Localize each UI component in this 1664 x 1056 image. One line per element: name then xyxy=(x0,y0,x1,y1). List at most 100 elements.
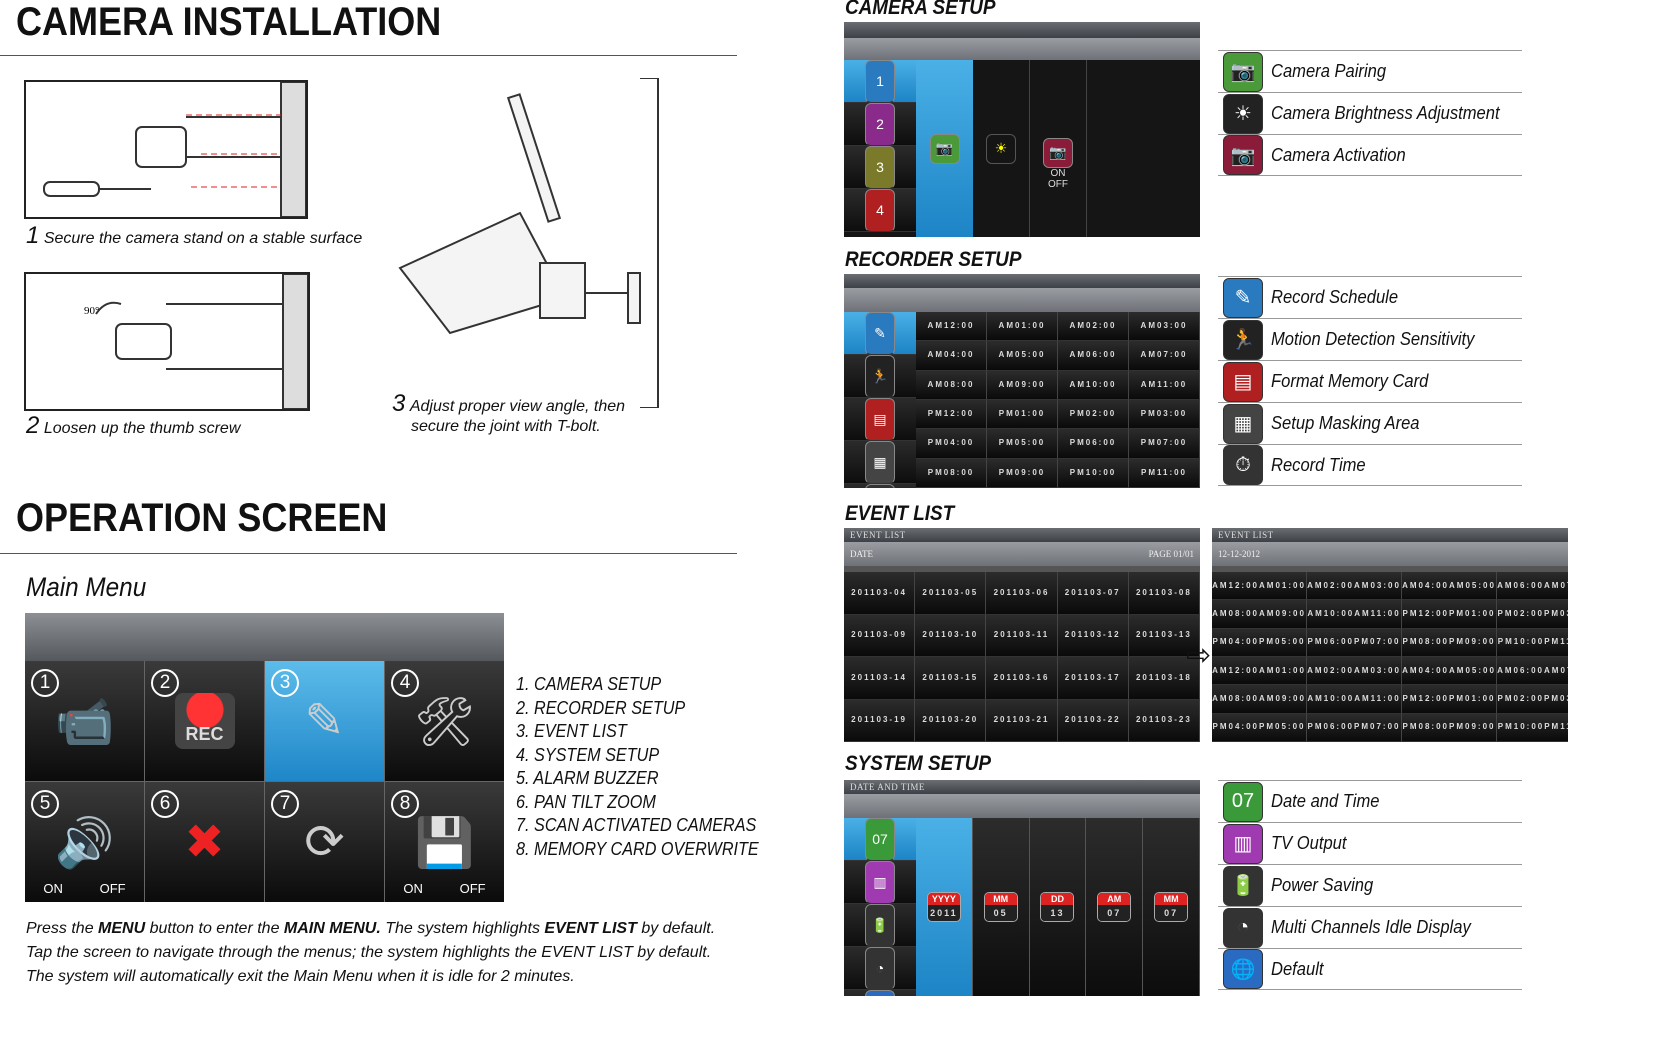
schedule-slot[interactable]: PM03:00 xyxy=(1129,400,1200,430)
schedule-slot[interactable]: PM06:00 xyxy=(1058,429,1129,459)
event-time-folder[interactable]: AM04:00 AM05:00 xyxy=(1402,572,1497,601)
schedule-slot[interactable]: AM03:00 xyxy=(1129,312,1200,342)
event-time-folder[interactable]: AM10:00 AM11:00 xyxy=(1307,600,1402,629)
event-time-folder[interactable]: PM02:00PM03:00 xyxy=(1497,685,1568,714)
event-time-folder[interactable]: PM06:00 PM07:00 xyxy=(1307,713,1402,742)
schedule-slot[interactable]: PM07:00 xyxy=(1129,429,1200,459)
event-time-folder[interactable]: PM04:00 PM05:00 xyxy=(1212,628,1307,657)
menu-tile-5[interactable]: 5 🔊 ON OFF xyxy=(25,782,144,902)
sidebar-item[interactable]: 🏃 xyxy=(844,354,916,398)
event-date-folder[interactable]: 2011 03-12 xyxy=(1057,614,1129,657)
menu-tile-4[interactable]: 4 🛠 xyxy=(385,661,504,781)
event-date-folder[interactable]: 2011 03-04 xyxy=(844,572,916,615)
schedule-slot[interactable]: PM11:00 xyxy=(1129,458,1200,488)
event-date-folder[interactable]: 2011 03-16 xyxy=(986,657,1058,700)
sidebar-item[interactable]: ▦ xyxy=(844,440,916,484)
schedule-slot[interactable]: PM09:00 xyxy=(987,458,1058,488)
event-date-folder[interactable]: 2011 03-07 xyxy=(1057,572,1129,615)
sidebar-item[interactable]: ▤ xyxy=(844,397,916,441)
event-date-folder[interactable]: 2011 03-11 xyxy=(986,614,1058,657)
sidebar-item[interactable]: ⏱ xyxy=(844,483,916,488)
event-date-folder[interactable]: 2011 03-22 xyxy=(1057,699,1129,742)
schedule-slot[interactable]: PM10:00 xyxy=(1058,458,1129,488)
sidebar-item[interactable]: 🔋 xyxy=(844,903,916,947)
sidebar-item[interactable]: 2 xyxy=(844,102,916,146)
event-time-folder[interactable]: PM12:00 PM01:00 xyxy=(1402,600,1497,629)
event-date-folder[interactable]: 2011 03-10 xyxy=(915,614,987,657)
schedule-slot[interactable]: AM04:00 xyxy=(916,341,987,371)
schedule-slot[interactable]: AM09:00 xyxy=(987,370,1058,400)
event-date-folder[interactable]: 2011 03-21 xyxy=(986,699,1058,742)
event-time-folder[interactable]: PM10:00PM11:00 xyxy=(1497,713,1568,742)
event-time-folder[interactable]: AM06:00AM07:00 xyxy=(1497,657,1568,686)
event-time-folder[interactable]: AM02:00 AM03:00 xyxy=(1307,572,1402,601)
date-field-dd[interactable]: DD 13 xyxy=(1040,892,1075,922)
event-date-folder[interactable]: 2011 03-14 xyxy=(844,657,916,700)
sidebar-item[interactable]: ✎ xyxy=(844,311,916,355)
event-time-folder[interactable]: PM08:00 PM09:00 xyxy=(1402,713,1497,742)
schedule-slot[interactable]: AM11:00 xyxy=(1129,370,1200,400)
schedule-slot[interactable]: AM08:00 xyxy=(916,370,987,400)
schedule-slot[interactable]: PM08:00 xyxy=(916,458,987,488)
menu-tile-7[interactable]: 7 ⟳ xyxy=(265,782,384,902)
camera-pairing-icon[interactable]: 📷 xyxy=(929,133,960,164)
event-time-folder[interactable]: PM02:00PM03:00 xyxy=(1497,600,1568,629)
event-time-folder[interactable]: AM12:00 AM01:00 xyxy=(1212,657,1307,686)
event-time-folder[interactable]: AM08:00 AM09:00 xyxy=(1212,685,1307,714)
schedule-slot[interactable]: PM05:00 xyxy=(987,429,1058,459)
schedule-slot[interactable]: AM12:00 xyxy=(916,312,987,342)
date-field-mm[interactable]: MM 05 xyxy=(983,892,1018,922)
brightness-icon[interactable]: ☀ xyxy=(986,133,1016,164)
on-off-toggle[interactable]: ON OFF xyxy=(385,881,504,896)
event-time-folder[interactable]: PM12:00 PM01:00 xyxy=(1402,685,1497,714)
schedule-slot[interactable]: AM01:00 xyxy=(987,312,1058,342)
event-time-folder[interactable]: PM06:00 PM07:00 xyxy=(1307,628,1402,657)
sidebar-item[interactable]: 4 xyxy=(844,188,916,232)
schedule-slot[interactable]: PM12:00 xyxy=(916,400,987,430)
on-off-toggle[interactable]: ON OFF xyxy=(25,881,144,896)
event-date-folder[interactable]: 2011 03-19 xyxy=(844,699,916,742)
event-date-folder[interactable]: 2011 03-20 xyxy=(915,699,987,742)
date-field-yyyy[interactable]: YYYY 2011 xyxy=(926,892,961,922)
sidebar-item[interactable]: ◔ xyxy=(844,946,916,990)
event-time-folder[interactable]: AM06:00AM07:00 xyxy=(1497,572,1568,601)
event-time-folder[interactable]: AM02:00 AM03:00 xyxy=(1307,657,1402,686)
sidebar-item[interactable]: 3 xyxy=(844,145,916,189)
schedule-slot[interactable]: AM05:00 xyxy=(987,341,1058,371)
sidebar-item[interactable]: 07 xyxy=(844,817,916,861)
menu-tile-8[interactable]: 8 💾 ON OFF xyxy=(385,782,504,902)
event-date-folder[interactable]: 2011 03-06 xyxy=(986,572,1058,615)
schedule-slot[interactable]: AM02:00 xyxy=(1058,312,1129,342)
date-field-mm[interactable]: MM 07 xyxy=(1154,892,1189,922)
event-time-folder[interactable]: PM04:00 PM05:00 xyxy=(1212,713,1307,742)
schedule-slot[interactable]: AM07:00 xyxy=(1129,341,1200,371)
event-time-folder[interactable]: PM08:00 PM09:00 xyxy=(1402,628,1497,657)
event-date-folder[interactable]: 2011 03-17 xyxy=(1057,657,1129,700)
event-time-folder[interactable]: PM10:00PM11:00 xyxy=(1497,628,1568,657)
date-field-am[interactable]: AM 07 xyxy=(1097,892,1132,922)
schedule-slot[interactable]: AM06:00 xyxy=(1058,341,1129,371)
menu-tile-6[interactable]: 6 ✖ xyxy=(145,782,264,902)
sidebar-item[interactable]: 🌐 xyxy=(844,989,916,996)
event-date-folder[interactable]: 2011 03-08 xyxy=(1128,572,1200,615)
event-time-folder[interactable]: AM12:00 AM01:00 xyxy=(1212,572,1307,601)
event-date-folder[interactable]: 2011 03-15 xyxy=(915,657,987,700)
camera-activation-icon[interactable]: 📷 xyxy=(1043,137,1073,168)
menu-tile-3[interactable]: 3 ✎ xyxy=(265,661,384,781)
event-time-folder[interactable]: AM10:00 AM11:00 xyxy=(1307,685,1402,714)
legend-label: Format Memory Card xyxy=(1271,371,1429,391)
event-date-folder[interactable]: 2011 03-23 xyxy=(1128,699,1200,742)
menu-tile-1[interactable]: 1 📹 xyxy=(25,661,144,781)
event-time-folder[interactable]: AM04:00 AM05:00 xyxy=(1402,657,1497,686)
sidebar-item[interactable]: ▥ xyxy=(844,860,916,904)
date-label: DATE xyxy=(850,549,873,559)
schedule-slot[interactable]: PM02:00 xyxy=(1058,400,1129,430)
schedule-slot[interactable]: AM10:00 xyxy=(1058,370,1129,400)
schedule-slot[interactable]: PM01:00 xyxy=(987,400,1058,430)
event-date-folder[interactable]: 2011 03-09 xyxy=(844,614,916,657)
schedule-slot[interactable]: PM04:00 xyxy=(916,429,987,459)
event-time-folder[interactable]: AM08:00 AM09:00 xyxy=(1212,600,1307,629)
sidebar-item[interactable]: 1 xyxy=(844,59,916,103)
event-date-folder[interactable]: 2011 03-05 xyxy=(915,572,987,615)
menu-tile-2[interactable]: 2 REC xyxy=(145,661,264,781)
